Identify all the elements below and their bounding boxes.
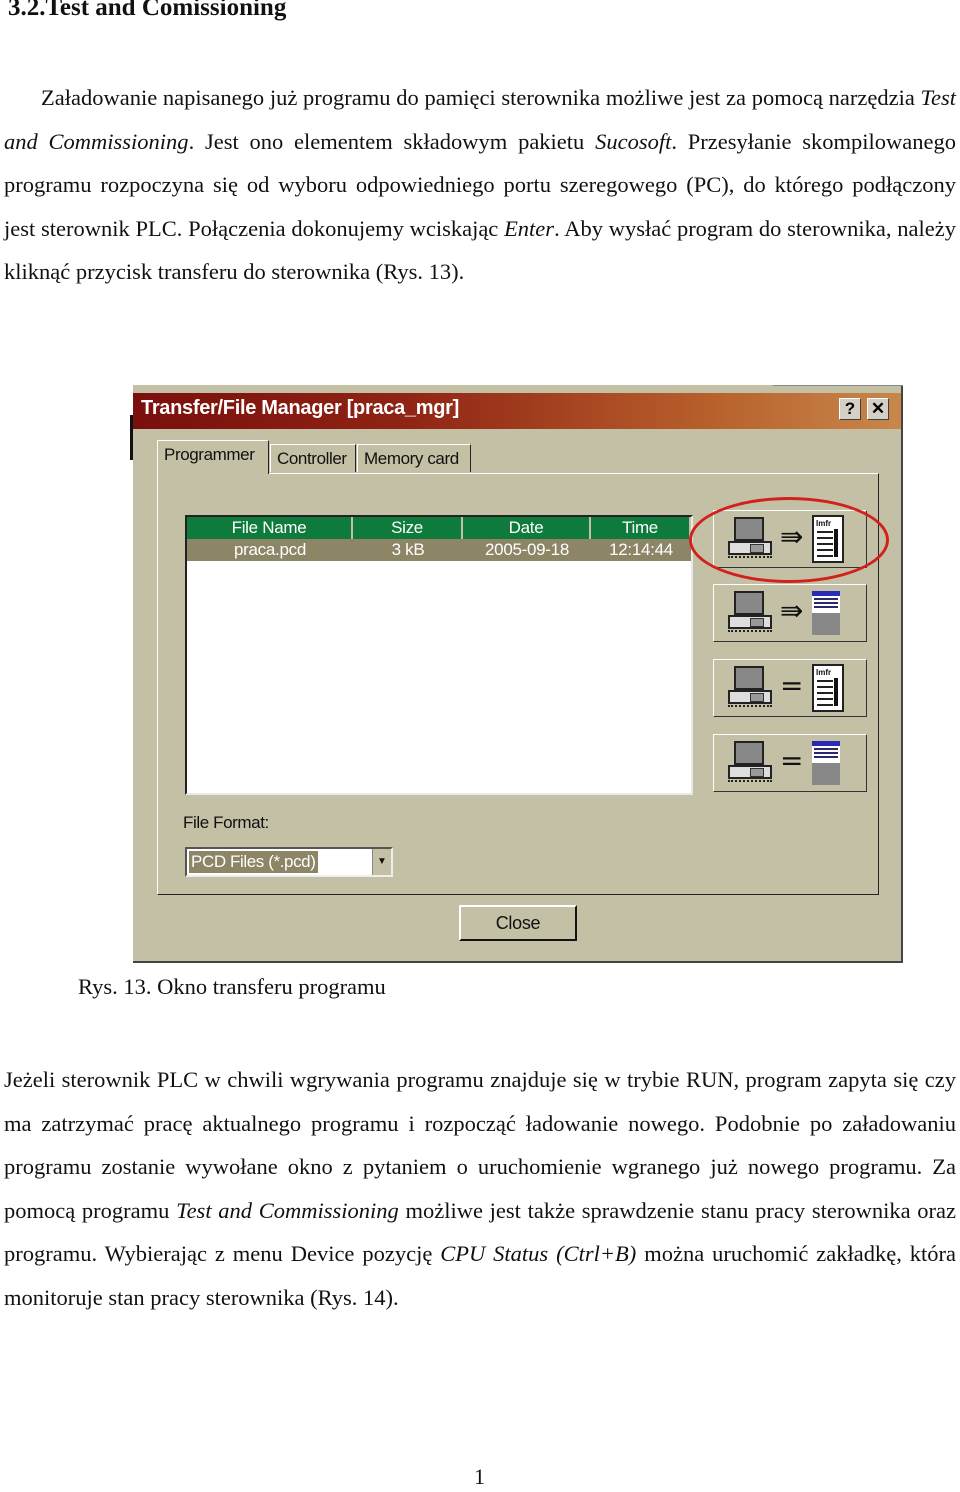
computer-icon xyxy=(728,666,772,710)
pc-plc-compare-button[interactable]: = Imfr xyxy=(713,659,867,717)
column-header-time[interactable]: Time xyxy=(591,517,691,539)
chevron-down-icon[interactable]: ▼ xyxy=(372,849,391,875)
figure-caption: Rys. 13. Okno transferu programu xyxy=(78,974,386,999)
italic-term: CPU Status (Ctrl+B) xyxy=(440,1241,637,1267)
close-button[interactable]: Close xyxy=(459,905,577,941)
italic-term: Sucosoft xyxy=(595,128,672,154)
column-header-date[interactable]: Date xyxy=(463,517,591,539)
body-paragraph: Jeżeli sterownik PLC w chwili wgrywania … xyxy=(4,1058,956,1320)
file-format-value: PCD Files (*.pcd) xyxy=(189,851,318,873)
text-span: . Jest ono elementem składowym pakietu xyxy=(188,128,596,154)
plc-icon: Imfr xyxy=(812,664,844,712)
italic-term: Test and Commissioning xyxy=(176,1197,399,1223)
intro-paragraph: Załadowanie napisanego już programu do p… xyxy=(4,76,956,294)
window-top-strip xyxy=(773,385,903,392)
computer-icon xyxy=(728,591,772,635)
window-title: Transfer/File Manager [praca_mgr] xyxy=(141,397,459,419)
section-heading: 3.2.Test and Comissioning xyxy=(8,0,287,21)
transfer-arrow-icon: ⇛ xyxy=(780,520,804,553)
file-format-select[interactable]: PCD Files (*.pcd) ▼ xyxy=(185,847,393,877)
help-button[interactable]: ? xyxy=(839,398,861,420)
file-format-label: File Format: xyxy=(183,813,269,832)
equals-icon: = xyxy=(780,744,804,777)
page-number: 1 xyxy=(474,1464,485,1489)
file-name-cell: praca.pcd xyxy=(234,540,306,559)
computer-icon xyxy=(728,517,772,561)
equals-icon: = xyxy=(780,669,804,702)
file-list[interactable]: File Name Size Date Time praca.pcd 3 kB … xyxy=(185,515,693,795)
italic-term: Enter xyxy=(504,215,555,241)
plc-icon: Imfr xyxy=(812,515,844,563)
transfer-window-screenshot: Transfer/File Manager [praca_mgr] ? ✕ Pr… xyxy=(130,385,903,963)
question-icon: ? xyxy=(844,399,856,418)
file-size-cell: 3 kB xyxy=(391,540,425,559)
window-close-button[interactable]: ✕ xyxy=(867,398,889,420)
memory-card-icon xyxy=(812,741,840,785)
computer-icon xyxy=(728,741,772,785)
memory-card-icon xyxy=(812,591,840,635)
pc-memory-card-compare-button[interactable]: = xyxy=(713,734,867,792)
file-date-cell: 2005-09-18 xyxy=(485,540,569,559)
tab-programmer[interactable]: Programmer xyxy=(157,440,269,474)
file-time-cell: 12:14:44 xyxy=(609,540,673,559)
column-header-size[interactable]: Size xyxy=(353,517,463,539)
file-row[interactable]: praca.pcd 3 kB 2005-09-18 12:14:44 xyxy=(187,539,691,561)
file-list-header: File Name Size Date Time xyxy=(187,517,691,539)
text-span: Załadowanie napisanego już programu do p… xyxy=(41,85,921,110)
close-icon: ✕ xyxy=(870,399,886,418)
transfer-arrow-icon: ⇛ xyxy=(780,594,804,627)
column-header-file-name[interactable]: File Name xyxy=(187,517,353,539)
window-titlebar: Transfer/File Manager [praca_mgr] ? ✕ xyxy=(133,393,901,429)
tab-controller[interactable]: Controller xyxy=(270,444,356,472)
pc-to-plc-transfer-button[interactable]: ⇛ Imfr xyxy=(713,510,867,568)
pc-to-memory-card-transfer-button[interactable]: ⇛ xyxy=(713,584,867,642)
tab-memory-card[interactable]: Memory card xyxy=(357,444,471,472)
